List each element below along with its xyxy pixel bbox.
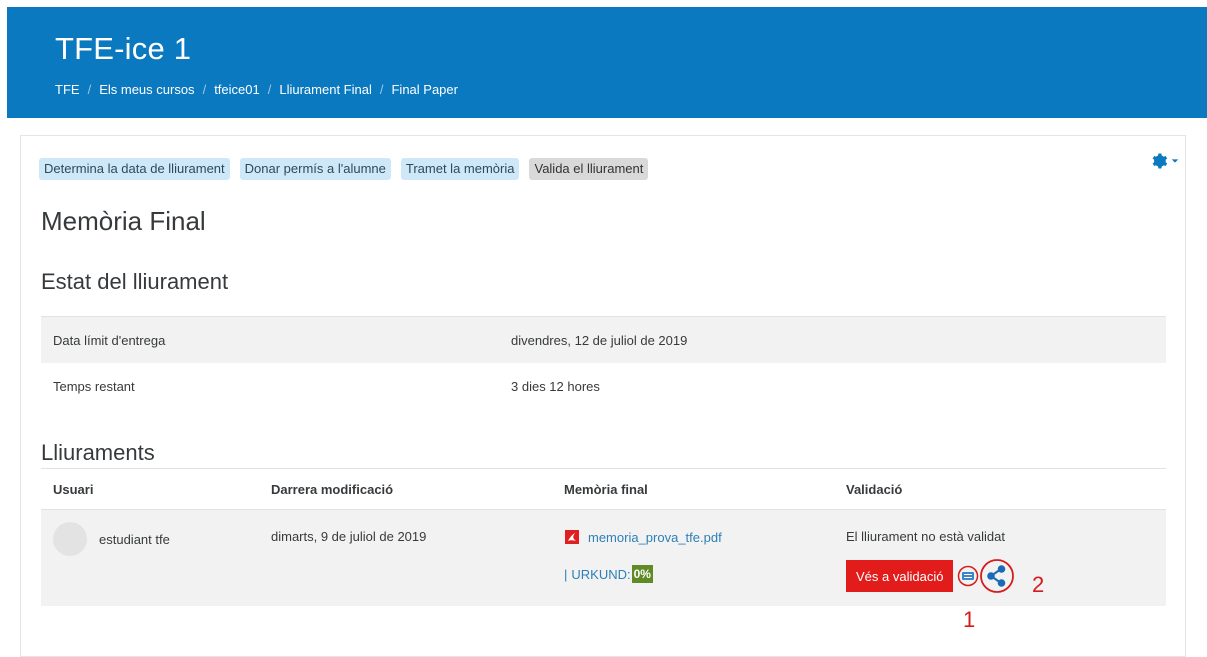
breadcrumb-item[interactable]: Final Paper <box>391 82 457 97</box>
status-heading: Estat del lliurament <box>41 269 229 294</box>
page-header: TFE-ice 1 TFE / Els meus cursos / tfeice01/L… <box>7 7 1207 118</box>
breadcrumb-item[interactable]: Els meus cursos <box>99 82 194 97</box>
step-badge-grant-permission[interactable]: Donar permís a l'alumne <box>239 158 391 180</box>
submissions-table: Usuari Darrera modificació Memòria final… <box>41 468 1166 606</box>
submissions-heading: Lliuraments <box>41 440 155 465</box>
status-label: Temps restant <box>53 378 135 394</box>
breadcrumb: TFE / Els meus cursos / tfeice01/Lliurament … <box>55 82 458 97</box>
step-badge-set-date[interactable]: Determina la data de lliurament <box>39 158 230 180</box>
user-cell: estudiant tfe <box>53 510 247 556</box>
validation-cell: El lliurament no està validat Vés a vali… <box>846 510 1154 594</box>
separator: | <box>564 566 568 582</box>
chevron-down-icon <box>1171 159 1179 163</box>
annotation-label-1: 1 <box>963 607 976 632</box>
breadcrumb-item[interactable]: TFE <box>55 82 80 97</box>
file-cell: memoria_prova_tfe.pdf | URKUND: 0% <box>564 510 822 583</box>
gear-icon <box>1152 153 1168 169</box>
urkund-link[interactable]: URKUND: <box>571 567 630 582</box>
list-icon[interactable] <box>957 565 979 587</box>
status-value: 3 dies 12 hores <box>511 378 600 394</box>
column-header-validation: Validació <box>834 468 1166 510</box>
main-content: Determina la data de lliurament Donar pe… <box>20 135 1186 657</box>
step-badge-submit-thesis[interactable]: Tramet la memòria <box>400 158 520 180</box>
annotation-label-2: 2 <box>1032 572 1045 597</box>
site-title[interactable]: TFE-ice 1 <box>55 31 191 67</box>
share-icon[interactable] <box>979 558 1015 594</box>
breadcrumb-item[interactable]: Lliurament Final <box>279 82 372 97</box>
step-badge-validate[interactable]: Valida el lliurament <box>529 158 649 180</box>
page-title: Memòria Final <box>41 206 206 236</box>
workflow-steps: Determina la data de lliurament Donar pe… <box>39 158 649 180</box>
table-row: estudiant tfe dimarts, 9 de juliol de 20… <box>41 509 1166 606</box>
table-header-row: Usuari Darrera modificació Memòria final… <box>41 468 1166 510</box>
avatar[interactable] <box>53 522 87 556</box>
status-label: Data límit d'entrega <box>41 316 499 363</box>
thesis-file-link[interactable]: memoria_prova_tfe.pdf <box>588 530 722 545</box>
status-row: Temps restant 3 dies 12 hores <box>41 363 1166 409</box>
user-name[interactable]: estudiant tfe <box>99 532 170 547</box>
validation-status: El lliurament no està validat <box>846 529 1005 544</box>
urkund-score-badge: 0% <box>631 565 653 583</box>
column-header-modified: Darrera modificació <box>259 468 552 510</box>
status-table: Data límit d'entrega divendres, 12 de ju… <box>41 316 1166 409</box>
go-to-validation-button[interactable]: Vés a validació <box>846 560 954 592</box>
breadcrumb-item[interactable]: tfeice01 <box>214 82 260 97</box>
pdf-icon <box>565 530 579 544</box>
status-row: Data límit d'entrega divendres, 12 de ju… <box>41 316 1166 363</box>
modified-date: dimarts, 9 de juliol de 2019 <box>271 529 427 544</box>
status-value: divendres, 12 de juliol de 2019 <box>499 316 1166 363</box>
column-header-thesis: Memòria final <box>552 468 834 510</box>
settings-menu[interactable] <box>1150 152 1179 170</box>
column-header-user: Usuari <box>41 468 259 510</box>
